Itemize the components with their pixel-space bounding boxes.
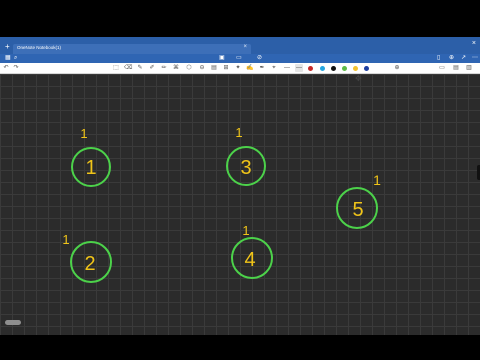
circle-number-1: 1: [85, 157, 96, 179]
title-bar: + OneNote Notebook(1) × ×: [0, 37, 480, 54]
circle-group-2[interactable]: 2 1: [62, 232, 112, 283]
share-icon[interactable]: ↗: [461, 54, 466, 63]
brush-icon[interactable]: ✒: [258, 64, 266, 72]
ink-mark-3: 1: [235, 125, 242, 140]
scroll-handle[interactable]: [5, 320, 21, 325]
grid-icon[interactable]: ▦: [5, 54, 11, 63]
pen-color-green[interactable]: [342, 65, 347, 71]
redo-icon[interactable]: ↷: [12, 64, 20, 72]
circle-group-5[interactable]: 5 1: [336, 172, 381, 229]
circle-group-3[interactable]: 3 1: [226, 125, 266, 186]
image-icon[interactable]: ▤: [210, 64, 218, 72]
marker-icon[interactable]: ✍: [246, 64, 254, 72]
ink-mark-4: 1: [242, 223, 249, 238]
circle-group-4[interactable]: 4 1: [231, 223, 273, 279]
note-canvas[interactable]: 1 1 2 1 3 1 4 1 5 1: [0, 74, 480, 335]
ink-mark-2: 1: [62, 232, 69, 247]
ink-mark-1: 1: [80, 126, 87, 141]
search-icon[interactable]: ⌕: [14, 54, 17, 63]
add-page-icon[interactable]: ⊞: [222, 64, 230, 72]
circle-group-1[interactable]: 1 1: [71, 126, 111, 187]
move-cursor-icon: ✥: [355, 74, 362, 83]
tab-close-icon[interactable]: ×: [243, 44, 247, 50]
circle-number-2: 2: [84, 253, 95, 275]
format-icon[interactable]: ▤: [452, 64, 460, 72]
eraser-icon[interactable]: ⌫: [124, 64, 132, 72]
undo-icon[interactable]: ↶: [2, 64, 10, 72]
shape-icon[interactable]: ⬡: [185, 64, 193, 72]
pen-color-black[interactable]: [331, 65, 336, 71]
pen-color-yellow[interactable]: [353, 65, 358, 71]
page-icon[interactable]: ▭: [438, 64, 446, 72]
notebook-icon[interactable]: ▣: [219, 54, 225, 63]
lasso-pen-icon[interactable]: ⌖: [270, 64, 278, 72]
new-tab-icon[interactable]: +: [5, 43, 10, 51]
draw-toolbar: ↶ ↷ ⬚ ⌫ ✎ ✐ ✏ ⌘ ⬡ ⊖ ▤ ⊞ ✦ ✍ ✒ ⌖ — — ⊕ ▭ …: [0, 63, 480, 74]
pen-color-blue[interactable]: [364, 65, 369, 71]
app-window: + OneNote Notebook(1) × × ▦ ⌕ ▣ ▭ ⊘ ▯ ⊕ …: [0, 37, 480, 335]
lasso-icon[interactable]: ⬚: [112, 64, 120, 72]
pen-color-red[interactable]: [308, 65, 313, 71]
selected-pen-icon[interactable]: —: [295, 64, 303, 72]
thin-pen-icon[interactable]: —: [283, 64, 291, 72]
more-icon[interactable]: ⋯: [472, 54, 478, 63]
text-icon[interactable]: ⌘: [172, 64, 180, 72]
tag-icon[interactable]: ⊘: [257, 54, 262, 63]
tab-notebook[interactable]: OneNote Notebook(1) ×: [13, 44, 251, 54]
tab-title: OneNote Notebook(1): [17, 45, 62, 50]
ink-mark-5: 1: [373, 172, 381, 188]
ink-layer: 1 1 2 1 3 1 4 1 5 1: [62, 125, 381, 283]
add-color-icon[interactable]: ⊕: [393, 64, 401, 72]
pin-icon[interactable]: ⊕: [449, 54, 454, 63]
circle-number-4: 4: [244, 249, 255, 271]
circle-number-5: 5: [352, 199, 363, 221]
highlighter-icon[interactable]: ✏: [160, 64, 168, 72]
navigation-bar: ▦ ⌕ ▣ ▭ ⊘ ▯ ⊕ ↗ ⋯: [0, 54, 480, 63]
bookmark-icon[interactable]: ▯: [437, 54, 440, 63]
sidebar-icon[interactable]: ▥: [465, 64, 473, 72]
pen-icon[interactable]: ✎: [136, 64, 144, 72]
page-icon[interactable]: ▭: [236, 54, 242, 63]
stamp-icon[interactable]: ✦: [234, 64, 242, 72]
pen-color-cyan[interactable]: [320, 65, 325, 71]
ruler-icon[interactable]: ⊖: [198, 64, 206, 72]
circle-number-3: 3: [240, 157, 251, 179]
pencil-icon[interactable]: ✐: [148, 64, 156, 72]
close-icon[interactable]: ×: [472, 40, 476, 48]
